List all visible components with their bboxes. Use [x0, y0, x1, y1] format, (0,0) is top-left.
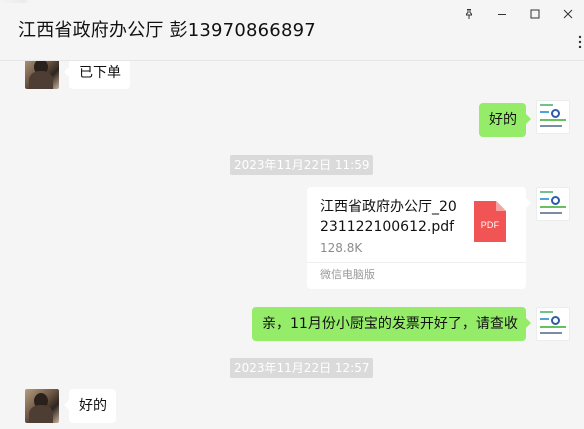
file-divider [307, 262, 526, 263]
self-avatar-graphic [540, 111, 549, 113]
pin-icon[interactable] [452, 5, 485, 23]
self-avatar[interactable] [536, 307, 570, 341]
timestamp: 2023年11月22日 11:59 [230, 155, 374, 175]
self-avatar-graphic [540, 119, 566, 121]
contact-avatar[interactable] [25, 389, 59, 423]
message-bubble[interactable]: 好的 [479, 103, 531, 137]
message-list[interactable]: 已下单 好的 2023年11月22日 11:59 江西省政府办公厅_202311… [0, 60, 584, 429]
file-name: 江西省政府办公厅_20231122100612.pdf [320, 199, 457, 235]
self-avatar-graphic [540, 311, 553, 313]
file-message[interactable]: 江西省政府办公厅_20231122100612.pdf PDF 128.8K 微… [307, 187, 531, 289]
timestamp: 2023年11月22日 12:57 [230, 358, 374, 378]
self-avatar-graphic [540, 125, 562, 127]
message-text: 好的 [489, 112, 517, 128]
self-avatar-graphic [540, 318, 549, 320]
contact-avatar[interactable] [25, 60, 59, 89]
self-avatar-graphic [540, 206, 566, 208]
message-bubble[interactable]: 已下单 [64, 60, 130, 89]
self-avatar-graphic [540, 332, 562, 334]
top-divider [0, 0, 584, 3]
self-avatar-graphic [551, 316, 560, 325]
message-bubble[interactable]: 亲，11月份小厨宝的发票开好了，请查收 [252, 307, 531, 341]
pdf-label: PDF [480, 220, 500, 230]
message-bubble[interactable]: 好的 [64, 389, 116, 423]
close-icon[interactable] [551, 5, 584, 23]
pdf-file-icon: PDF [474, 201, 506, 242]
message-text: 好的 [79, 398, 107, 414]
more-icon[interactable] [576, 34, 584, 48]
file-size: 128.8K [320, 241, 363, 255]
self-avatar[interactable] [536, 187, 570, 221]
chat-header: 江西省政府办公厅 彭13970866897 [0, 0, 584, 61]
chat-window: 江西省政府办公厅 彭13970866897 已下单 好的 2023年11月22日… [0, 0, 584, 429]
file-source: 微信电脑版 [320, 268, 375, 281]
maximize-icon[interactable] [518, 5, 551, 23]
message-text: 已下单 [79, 65, 121, 81]
self-avatar-graphic [551, 196, 560, 205]
self-avatar-graphic [551, 109, 560, 118]
self-avatar-graphic [540, 191, 553, 193]
chat-title: 江西省政府办公厅 彭13970866897 [18, 20, 316, 41]
window-controls [452, 5, 584, 23]
minimize-icon[interactable] [485, 5, 518, 23]
self-avatar[interactable] [536, 100, 570, 134]
self-avatar-graphic [540, 326, 566, 328]
self-avatar-graphic [540, 104, 553, 106]
message-text: 亲，11月份小厨宝的发票开好了，请查收 [262, 316, 518, 332]
self-avatar-graphic [540, 212, 562, 214]
self-avatar-graphic [540, 198, 549, 200]
